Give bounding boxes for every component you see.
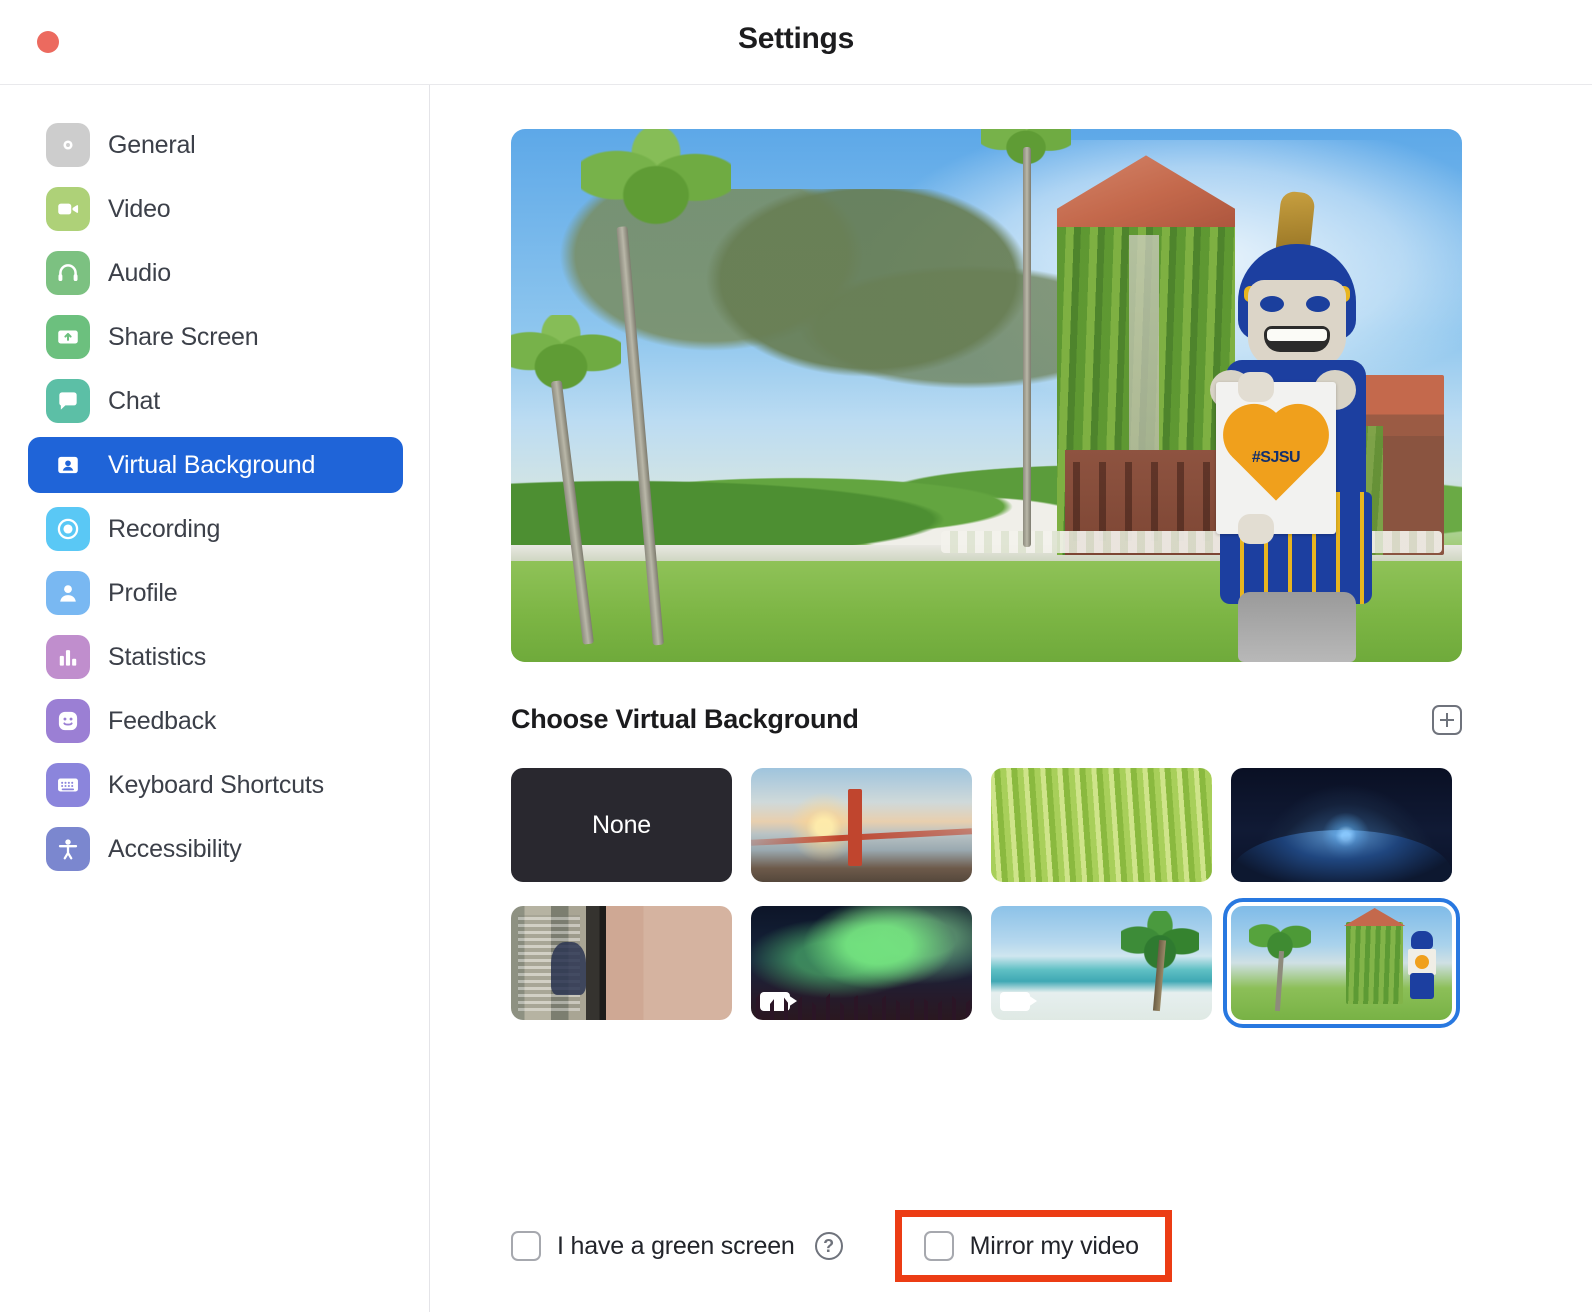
background-thumbnail-none[interactable]: None	[511, 768, 732, 882]
gear-icon	[46, 123, 90, 167]
sidebar-item-recording[interactable]: Recording	[28, 501, 403, 557]
person-card-icon	[46, 443, 90, 487]
section-title: Choose Virtual Background	[511, 704, 859, 735]
add-background-button[interactable]	[1432, 705, 1462, 735]
sjsu-hashtag-text: #SJSU	[1252, 449, 1300, 467]
sidebar-item-label: General	[108, 131, 196, 160]
mirror-my-video-checkbox[interactable]	[924, 1231, 954, 1261]
sidebar-item-label: Statistics	[108, 643, 206, 672]
thumb-mascot	[1407, 931, 1437, 999]
mascot-hand	[1238, 372, 1274, 402]
mascot-mouth	[1264, 326, 1330, 352]
video-preview: #SJSU	[511, 129, 1462, 662]
help-icon[interactable]: ?	[815, 1232, 843, 1260]
palm-crown	[581, 129, 731, 239]
mascot-legs	[1238, 592, 1356, 662]
sidebar-item-statistics[interactable]: Statistics	[28, 629, 403, 685]
tower-stone	[1129, 235, 1159, 485]
video-camera-icon	[46, 187, 90, 231]
virtual-background-panel: #SJSU Choose Virtual Background None I h…	[430, 85, 1592, 1312]
page-title: Settings	[0, 22, 1592, 56]
mascot-eye	[1306, 296, 1330, 312]
sidebar-item-label: Share Screen	[108, 323, 258, 352]
sidebar-item-audio[interactable]: Audio	[28, 245, 403, 301]
sidebar-item-label: Keyboard Shortcuts	[108, 771, 324, 800]
sidebar-item-feedback[interactable]: Feedback	[28, 693, 403, 749]
palm-crown	[511, 315, 621, 401]
mascot-face	[1248, 280, 1346, 368]
video-camera-icon	[1000, 992, 1030, 1011]
thumb-tower	[1346, 922, 1403, 1004]
background-thumbnail-beach[interactable]	[991, 906, 1212, 1020]
settings-sidebar: General Video Audio Share Screen Chat Virtual…	[0, 85, 430, 1312]
background-thumbnail-aurora[interactable]	[751, 906, 972, 1020]
background-thumbnail-space[interactable]	[1231, 768, 1452, 882]
mascot-hand	[1238, 514, 1274, 544]
accessibility-icon	[46, 827, 90, 871]
sidebar-item-label: Video	[108, 195, 171, 224]
mirror-my-video-highlight: Mirror my video	[895, 1210, 1172, 1282]
mirror-my-video-label: Mirror my video	[970, 1232, 1139, 1261]
person-icon	[46, 571, 90, 615]
sammy-spartan-mascot: #SJSU	[1186, 192, 1404, 662]
main-content: General Video Audio Share Screen Chat Virtual…	[0, 85, 1592, 1312]
sidebar-item-label: Accessibility	[108, 835, 242, 864]
smiley-face-icon	[46, 699, 90, 743]
sidebar-item-general[interactable]: General	[28, 117, 403, 173]
sidebar-item-label: Feedback	[108, 707, 216, 736]
bar-chart-icon	[46, 635, 90, 679]
sidebar-item-keyboard-shortcuts[interactable]: Keyboard Shortcuts	[28, 757, 403, 813]
sidebar-item-accessibility[interactable]: Accessibility	[28, 821, 403, 877]
background-options-footer: I have a green screen ? Mirror my video	[511, 1210, 1172, 1282]
background-thumbnail-grid: None	[511, 768, 1470, 1020]
share-screen-icon	[46, 315, 90, 359]
window-title-bar: Settings	[0, 0, 1592, 85]
sidebar-item-label: Profile	[108, 579, 177, 608]
keyboard-icon	[46, 763, 90, 807]
background-thumbnail-campus[interactable]	[1231, 906, 1452, 1020]
sidebar-item-virtual-background[interactable]: Virtual Background	[28, 437, 403, 493]
chat-bubble-icon	[46, 379, 90, 423]
sidebar-item-label: Chat	[108, 387, 160, 416]
thumb-palm	[1249, 913, 1311, 967]
sjsu-heart-sign: #SJSU	[1216, 382, 1336, 534]
green-screen-label: I have a green screen	[557, 1232, 795, 1261]
sidebar-item-profile[interactable]: Profile	[28, 565, 403, 621]
sidebar-item-video[interactable]: Video	[28, 181, 403, 237]
sidebar-item-share-screen[interactable]: Share Screen	[28, 309, 403, 365]
sidebar-item-label: Virtual Background	[108, 451, 315, 480]
none-label: None	[592, 811, 651, 840]
headphones-icon	[46, 251, 90, 295]
background-thumbnail-grass[interactable]	[991, 768, 1212, 882]
background-thumbnail-office[interactable]	[511, 906, 732, 1020]
video-camera-icon	[760, 992, 790, 1011]
sidebar-item-chat[interactable]: Chat	[28, 373, 403, 429]
choose-background-header: Choose Virtual Background	[511, 704, 1462, 735]
green-screen-checkbox[interactable]	[511, 1231, 541, 1261]
sidebar-item-label: Audio	[108, 259, 171, 288]
sidebar-item-label: Recording	[108, 515, 220, 544]
mascot-eye	[1260, 296, 1284, 312]
record-circle-icon	[46, 507, 90, 551]
background-thumbnail-bridge[interactable]	[751, 768, 972, 882]
green-screen-option[interactable]: I have a green screen	[511, 1231, 795, 1261]
palm-trunk	[1023, 147, 1031, 547]
